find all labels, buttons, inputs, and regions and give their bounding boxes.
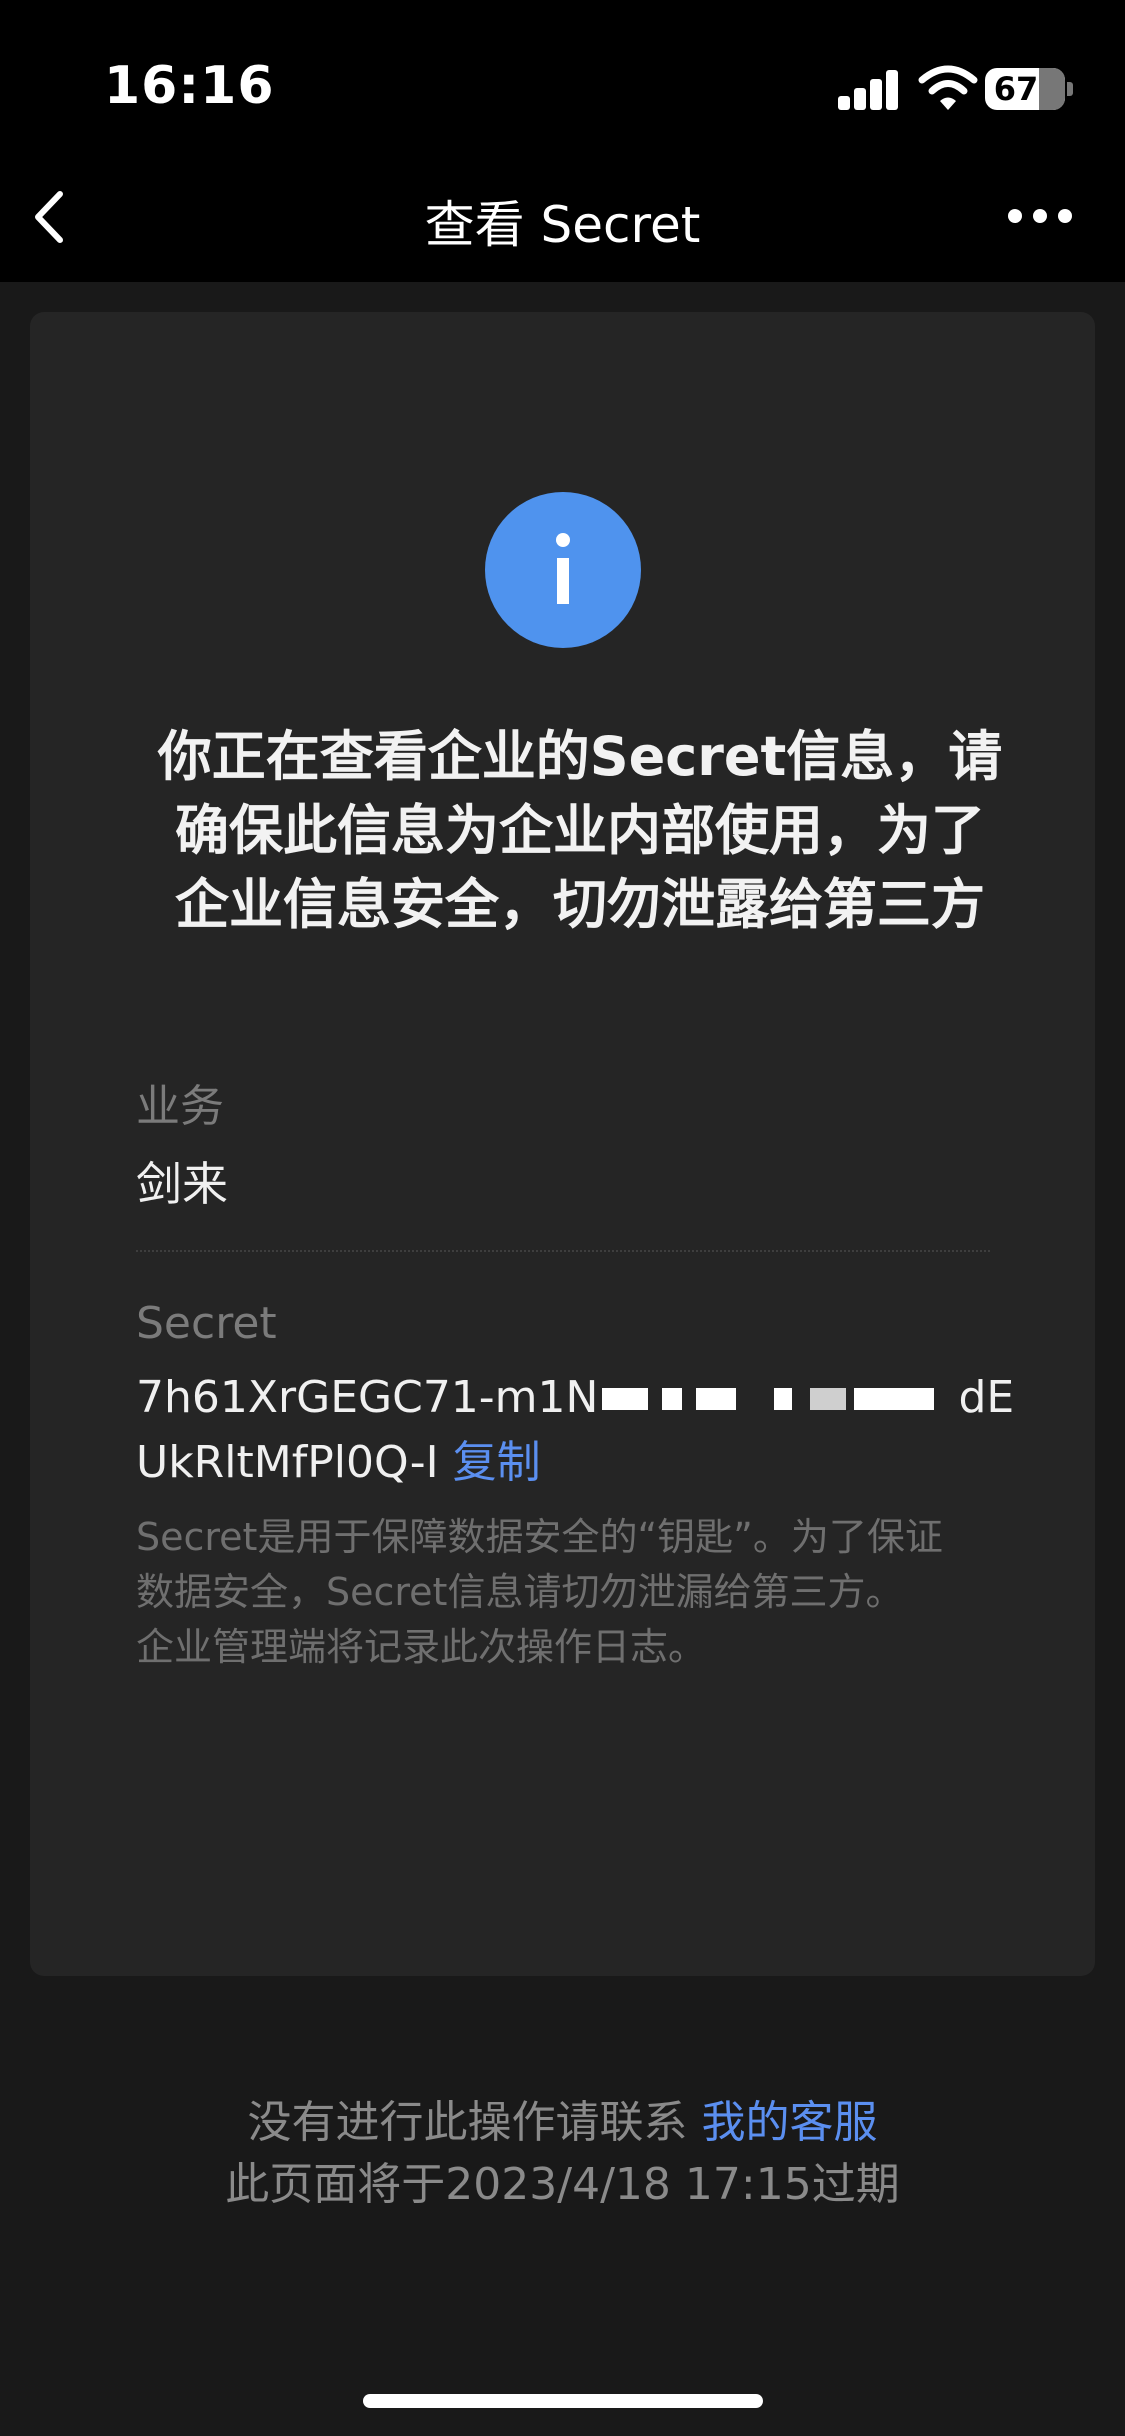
more-icon[interactable] xyxy=(1005,200,1075,232)
expiry-text: 此页面将于2023/4/18 17:15过期 xyxy=(225,2159,900,2210)
battery-level: 67 xyxy=(993,70,1039,108)
battery-icon: 67 xyxy=(985,68,1073,110)
copy-button[interactable]: 复制 xyxy=(453,1437,541,1488)
secret-value-line-2: UkRltMfPl0Q-I 复制 xyxy=(136,1426,541,1490)
secret-value-line-1: 7h61XrGEGC71-m1N dE xyxy=(136,1372,1014,1423)
note-line: 企业管理端将记录此次操作日志。 xyxy=(136,1625,707,1669)
home-indicator[interactable] xyxy=(363,2394,763,2408)
secret-value-end: dE xyxy=(958,1372,1015,1423)
secret-value-tail: UkRltMfPl0Q-I xyxy=(136,1437,439,1488)
headline-line: 企业信息安全，切勿泄露给第三方 xyxy=(175,873,985,936)
business-value: 剑来 xyxy=(136,1157,228,1211)
screen: 16:16 67 查看 Secret 你正在查看企业的Secret信息，请 确保… xyxy=(0,0,1125,2436)
business-label: 业务 xyxy=(136,1081,224,1132)
wifi-icon xyxy=(918,65,978,110)
status-time: 16:16 xyxy=(104,56,275,116)
secret-card: 你正在查看企业的Secret信息，请 确保此信息为企业内部使用，为了 企业信息安… xyxy=(30,312,1095,1976)
secret-label: Secret xyxy=(136,1298,277,1349)
security-note: Secret是用于保障数据安全的“钥匙”。为了保证 数据安全，Secret信息请… xyxy=(136,1510,1016,1675)
note-line: 数据安全，Secret信息请切勿泄漏给第三方。 xyxy=(136,1570,904,1614)
redaction-mask xyxy=(598,1382,958,1412)
customer-service-link[interactable]: 我的客服 xyxy=(702,2097,878,2148)
divider xyxy=(136,1250,990,1252)
secret-value-start: 7h61XrGEGC71-m1N xyxy=(136,1372,599,1423)
top-bar: 16:16 67 查看 Secret xyxy=(0,0,1125,282)
contact-line: 没有进行此操作请联系 我的客服 xyxy=(0,2086,1125,2150)
info-icon xyxy=(485,492,641,648)
headline-line: 确保此信息为企业内部使用，为了 xyxy=(175,799,985,862)
warning-headline: 你正在查看企业的Secret信息，请 确保此信息为企业内部使用，为了 企业信息安… xyxy=(140,720,1020,942)
cellular-signal-icon xyxy=(838,70,900,110)
headline-line: 你正在查看企业的Secret信息，请 xyxy=(157,725,1003,788)
contact-text: 没有进行此操作请联系 xyxy=(247,2097,688,2148)
note-line: Secret是用于保障数据安全的“钥匙”。为了保证 xyxy=(136,1515,943,1559)
page-title: 查看 Secret xyxy=(424,196,701,254)
